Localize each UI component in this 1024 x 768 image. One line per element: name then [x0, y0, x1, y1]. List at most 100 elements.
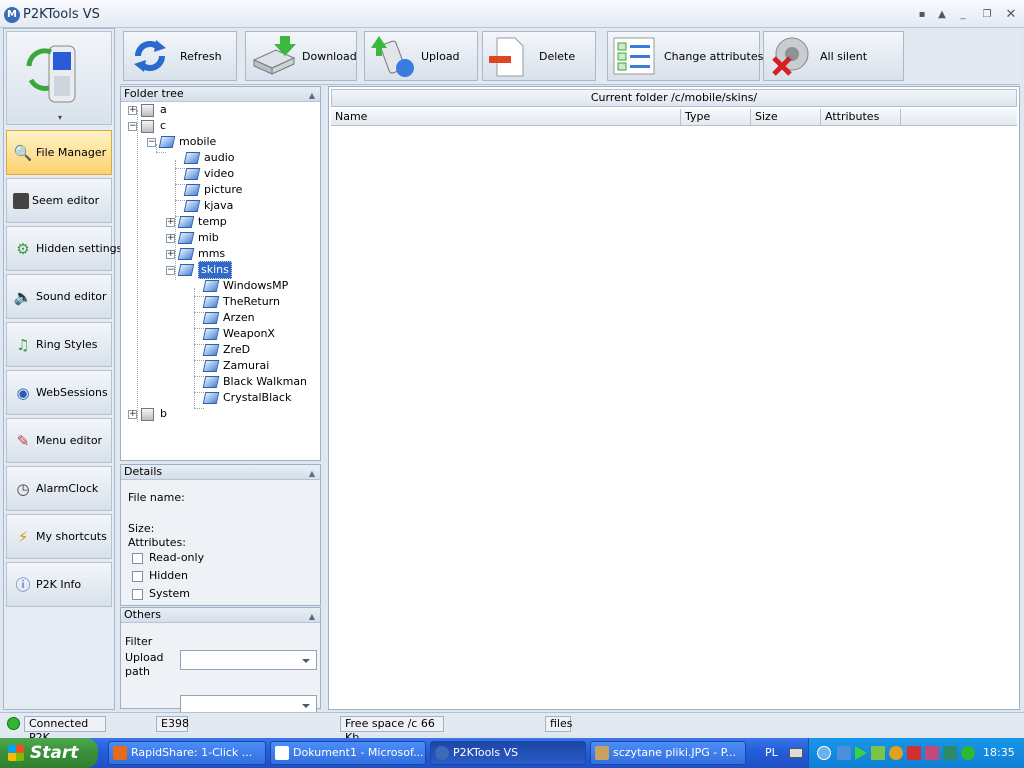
tree-node-video[interactable]: video — [183, 166, 234, 182]
tree-node-kjava[interactable]: kjava — [183, 198, 234, 214]
folder-icon — [158, 136, 176, 148]
all-silent-button[interactable]: All silent — [763, 31, 904, 81]
tree-node-skin[interactable]: WeaponX — [202, 326, 275, 342]
tree-node-a[interactable]: + a — [128, 102, 167, 118]
task-button[interactable]: sczytane pliki.JPG - P... — [590, 741, 746, 765]
collapse-icon[interactable]: ▲ — [309, 89, 315, 103]
task-button[interactable]: Dokument1 - Microsof... — [270, 741, 426, 765]
checkbox-box[interactable] — [132, 588, 143, 600]
sidebar-item-sound-editor[interactable]: 🔈 Sound editor — [6, 274, 112, 319]
brush-icon: ✎ — [16, 431, 30, 450]
start-button[interactable]: Start — [0, 738, 98, 768]
app-tray-icon[interactable] — [907, 746, 921, 760]
sidebar-item-seem-editor[interactable]: Seem editor — [6, 178, 112, 223]
sidebar-item-p2k-info[interactable]: ⓘ P2K Info — [6, 562, 112, 607]
rollup-icon[interactable]: ▲ — [934, 8, 950, 22]
column-name[interactable]: Name — [331, 109, 681, 126]
sidebar-item-websessions[interactable]: ◉ WebSessions — [6, 370, 112, 415]
sidebar-item-my-shortcuts[interactable]: ⚡ My shortcuts — [6, 514, 112, 559]
menu-icon[interactable]: ▪ — [914, 8, 930, 22]
change-attributes-button[interactable]: Change attributes — [607, 31, 764, 81]
sidebar-item-ring-styles[interactable]: ♫ Ring Styles — [6, 322, 112, 367]
app-tray-icon[interactable] — [925, 746, 939, 760]
column-attributes[interactable]: Attributes — [821, 109, 901, 126]
sidebar-item-label: Sound editor — [36, 290, 107, 303]
others-header[interactable]: Others ▲ — [121, 608, 320, 623]
app-tray-icon[interactable] — [871, 746, 885, 760]
hidden-checkbox[interactable]: Hidden — [132, 569, 188, 582]
close-button[interactable]: ✕ — [1003, 8, 1019, 22]
delete-button[interactable]: Delete — [482, 31, 596, 81]
sidebar-item-label: P2K Info — [36, 578, 82, 591]
checkbox-box[interactable] — [132, 570, 143, 582]
collapse-icon[interactable]: ▲ — [309, 467, 315, 481]
column-type[interactable]: Type — [681, 109, 751, 126]
task-button[interactable]: RapidShare: 1-Click ... — [108, 741, 266, 765]
tree-node-temp[interactable]: + temp — [166, 214, 227, 230]
app-tray-icon[interactable] — [889, 746, 903, 760]
system-checkbox[interactable]: System — [132, 587, 190, 600]
collapse-icon[interactable]: − — [166, 265, 175, 275]
tree-node-skin[interactable]: ZreD — [202, 342, 250, 358]
tree-node-mobile[interactable]: − mobile — [147, 134, 216, 150]
app-tray-icon[interactable] — [943, 746, 957, 760]
phone-selector[interactable]: ▾ — [6, 31, 112, 125]
sidebar-item-menu-editor[interactable]: ✎ Menu editor — [6, 418, 112, 463]
collapse-icon[interactable]: − — [128, 121, 137, 131]
tree-node-audio[interactable]: audio — [183, 150, 234, 166]
security-icon[interactable] — [961, 746, 975, 760]
collapse-icon[interactable]: − — [147, 137, 156, 147]
sidebar-item-label: Menu editor — [36, 434, 103, 447]
folder-tree-header[interactable]: Folder tree ▲ — [121, 87, 320, 102]
tree-node-skin[interactable]: TheReturn — [202, 294, 280, 310]
tree-node-c[interactable]: − c — [128, 118, 166, 134]
details-header[interactable]: Details ▲ — [121, 465, 320, 480]
readonly-checkbox[interactable]: Read-only — [132, 551, 204, 564]
tree-node-mib[interactable]: + mib — [166, 230, 219, 246]
tree-node-mms[interactable]: + mms — [166, 246, 225, 262]
expand-icon[interactable]: + — [128, 409, 137, 419]
collapse-icon[interactable]: ▲ — [309, 610, 315, 624]
tree-node-skins[interactable]: − skins — [166, 261, 232, 279]
expand-icon[interactable]: + — [166, 217, 175, 227]
network-icon[interactable] — [837, 746, 851, 760]
tree-node-skin[interactable]: Arzen — [202, 310, 255, 326]
minimize-button[interactable]: _ — [955, 8, 971, 22]
app-icon: M — [4, 7, 20, 23]
drive-icon — [141, 119, 154, 133]
sidebar-item-alarm-clock[interactable]: ◷ AlarmClock — [6, 466, 112, 511]
folder-tree-panel: Folder tree ▲ + a − c − mobile audio video p… — [120, 86, 321, 461]
tree-node-skin[interactable]: CrystalBlack — [202, 390, 291, 406]
play-icon[interactable] — [855, 746, 867, 760]
filter-combo[interactable] — [180, 650, 317, 670]
folder-icon — [202, 280, 220, 292]
checkbox-box[interactable] — [132, 552, 143, 564]
column-size[interactable]: Size — [751, 109, 821, 126]
upload-button[interactable]: Upload — [364, 31, 478, 81]
language-indicator[interactable]: PL — [765, 746, 778, 759]
tree-node-b[interactable]: + b — [128, 406, 167, 422]
ring-icon: ♫ — [16, 335, 30, 354]
change-attributes-label: Change attributes — [664, 49, 764, 63]
current-folder-label: Current folder /c/mobile/skins/ — [331, 89, 1017, 107]
tree-node-picture[interactable]: picture — [183, 182, 242, 198]
globe-icon: ◉ — [16, 383, 30, 402]
expand-icon[interactable]: + — [166, 233, 175, 243]
folder-icon — [177, 232, 195, 244]
refresh-button[interactable]: Refresh — [123, 31, 237, 81]
sidebar-item-file-manager[interactable]: 🔍 File Manager — [6, 130, 112, 175]
download-button[interactable]: Download — [245, 31, 357, 81]
sidebar-item-hidden-settings[interactable]: ⚙ Hidden settings — [6, 226, 122, 271]
keyboard-icon[interactable] — [789, 748, 803, 758]
maximize-button[interactable]: ❐ — [979, 8, 995, 22]
expand-icon[interactable]: + — [166, 249, 175, 259]
tree-node-skin[interactable]: WindowsMP — [202, 278, 288, 294]
tree-node-skin[interactable]: Black Walkman — [202, 374, 307, 390]
tree-node-label: temp — [198, 215, 227, 228]
task-button-active[interactable]: P2KTools VS — [430, 741, 586, 765]
tray-arrow-icon[interactable] — [817, 746, 831, 760]
tree-node-skin[interactable]: Zamurai — [202, 358, 269, 374]
tree-node-label: kjava — [204, 199, 234, 212]
windows-logo-icon — [8, 745, 24, 761]
expand-icon[interactable]: + — [128, 105, 137, 115]
